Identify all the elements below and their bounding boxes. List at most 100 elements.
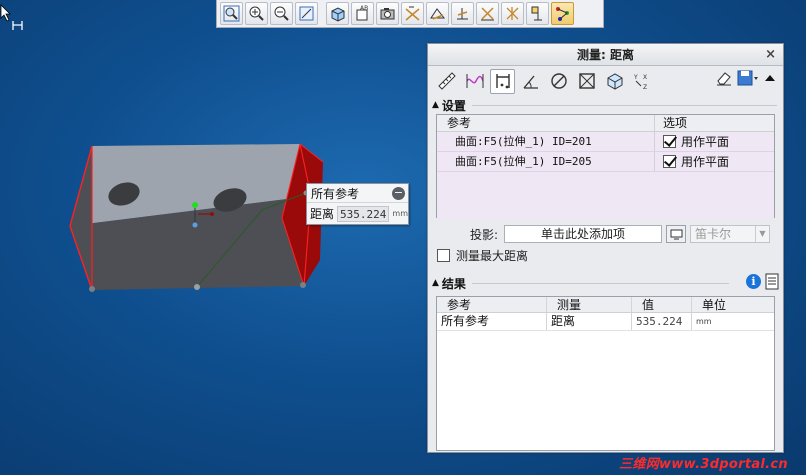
measure-summary-button[interactable] (434, 69, 459, 94)
measure-area-button[interactable] (574, 69, 599, 94)
reference-row[interactable]: 曲面:F5(拉伸_1) ID=205 用作平面 (437, 152, 774, 172)
option-label: 用作平面 (681, 155, 730, 169)
result-value: 535.224 (632, 313, 692, 330)
res-col-reference: 参考 (437, 297, 547, 312)
dialog-title-bar: 测量: 距离 × (428, 44, 783, 66)
svg-text:Z: Z (643, 84, 647, 91)
csys-icon (481, 7, 494, 21)
minimize-icon[interactable]: − (392, 187, 405, 200)
use-as-plane-checkbox[interactable] (663, 155, 676, 168)
transform-button[interactable]: YXZ (630, 69, 655, 94)
eraser-icon (717, 72, 731, 86)
datum-points-icon (457, 8, 468, 20)
zoom-in-icon (249, 6, 264, 21)
zoom-out-icon (274, 6, 289, 21)
coordinate-systems-button[interactable] (476, 2, 499, 25)
projection-type-select[interactable]: 笛卡尔 ▼ (690, 225, 770, 243)
dialog-title: 测量: 距离 (577, 48, 634, 62)
settings-heading: 设置 (441, 98, 466, 113)
collapse-dialog-button[interactable] (763, 69, 777, 90)
volume-icon (607, 73, 622, 90)
annotation-icon (506, 7, 519, 20)
close-icon[interactable]: × (765, 44, 776, 66)
reference-row[interactable]: 曲面:F5(拉伸_1) ID=201 用作平面 (437, 132, 774, 152)
results-list-icon[interactable] (765, 273, 779, 290)
floating-unit: mm (392, 209, 408, 218)
measure-max-distance-checkbox[interactable] (437, 248, 450, 262)
results-heading: 结果 (441, 276, 466, 291)
zoom-out-button[interactable] (270, 2, 293, 25)
block-left-face-selected[interactable] (69, 145, 93, 291)
projection-type-value: 笛卡尔 (695, 227, 732, 241)
save-button[interactable] (737, 69, 759, 90)
info-icon[interactable]: i (746, 274, 761, 289)
result-reference: 所有参考 (437, 313, 547, 330)
datum-planes-icon (405, 6, 420, 21)
reference-cell: 曲面:F5(拉伸_1) ID=201 (437, 132, 655, 151)
chevron-up-icon (765, 75, 775, 81)
collapse-triangle-icon: ▲ (432, 278, 439, 288)
cube-icon (331, 7, 345, 22)
model-viewport[interactable] (0, 28, 426, 475)
eraser-button[interactable] (715, 69, 733, 90)
results-section-header[interactable]: ▲ 结果 (428, 274, 783, 292)
floating-measure-box[interactable]: 所有参考 − 距离 535.224 mm (306, 183, 409, 225)
option-label: 用作平面 (681, 135, 730, 149)
zoom-window-icon (223, 5, 240, 22)
distance-icon (495, 74, 510, 89)
settings-section-header[interactable]: ▲ 设置 (428, 96, 783, 114)
annotation-display-button[interactable] (501, 2, 524, 25)
diameter-icon (550, 73, 567, 89)
transform-icon: Y XZ (633, 74, 647, 91)
datum-axes-button[interactable] (426, 2, 449, 25)
ref-col-options: 选项 (663, 116, 688, 130)
watermark: 三维网www.3dportal.cn (619, 457, 788, 472)
display-style-button[interactable] (326, 2, 349, 25)
collapse-triangle-icon: ▲ (432, 100, 439, 110)
measure-angle-button[interactable] (518, 69, 543, 94)
ref-col-reference: 参考 (437, 115, 655, 131)
length-icon (465, 74, 484, 88)
result-measure: 距离 (547, 313, 632, 330)
measure-max-distance-row[interactable]: 测量最大距离 (428, 246, 783, 264)
table-row[interactable]: 所有参考 距离 535.224 mm (437, 313, 774, 331)
use-as-plane-checkbox[interactable] (663, 135, 676, 148)
measure-max-distance-label: 测量最大距离 (456, 248, 529, 263)
svg-text:AB: AB (360, 5, 368, 12)
projection-label: 投影: (470, 227, 499, 242)
datum-planes-button[interactable] (401, 2, 424, 25)
projection-collector[interactable]: 单击此处添加项 (504, 225, 662, 243)
results-table: 参考 测量 值 单位 所有参考 距离 535.224 mm (436, 296, 775, 451)
measure-button[interactable] (551, 2, 574, 25)
result-unit: mm (696, 317, 712, 326)
view-manager-button[interactable] (376, 2, 399, 25)
measure-icon (556, 7, 569, 21)
spin-center-button[interactable] (526, 2, 549, 25)
measure-length-button[interactable] (462, 69, 487, 94)
ruler-icon (437, 72, 456, 90)
measure-volume-button[interactable] (602, 69, 627, 94)
reference-empty-area[interactable] (437, 172, 774, 219)
drag-handle-bottom[interactable] (192, 222, 198, 228)
orientation-icon: AB (356, 5, 368, 21)
floating-value: 535.224 (337, 205, 390, 222)
svg-text:X: X (643, 74, 647, 81)
angle-icon (523, 75, 538, 89)
floating-label: 距离 (310, 207, 335, 221)
projection-row: 投影: 单击此处添加项 笛卡尔 ▼ (428, 222, 783, 246)
camera-icon (380, 8, 395, 20)
projection-view-button[interactable] (666, 225, 686, 243)
zoom-window-button[interactable] (220, 2, 243, 25)
measure-type-toolbar: YXZ (428, 66, 783, 96)
svg-text:Y: Y (633, 74, 638, 81)
reference-table: 参考 选项 曲面:F5(拉伸_1) ID=201 用作平面 曲面:F5(拉伸_1… (436, 114, 775, 219)
refit-icon (299, 6, 314, 21)
save-icon (737, 70, 758, 86)
measure-diameter-button[interactable] (546, 69, 571, 94)
refit-button[interactable] (295, 2, 318, 25)
drag-handle-top[interactable] (192, 202, 198, 208)
measure-distance-button[interactable] (490, 68, 515, 94)
saved-orientations-button[interactable]: AB (351, 2, 374, 25)
datum-points-button[interactable] (451, 2, 474, 25)
zoom-in-button[interactable] (245, 2, 268, 25)
